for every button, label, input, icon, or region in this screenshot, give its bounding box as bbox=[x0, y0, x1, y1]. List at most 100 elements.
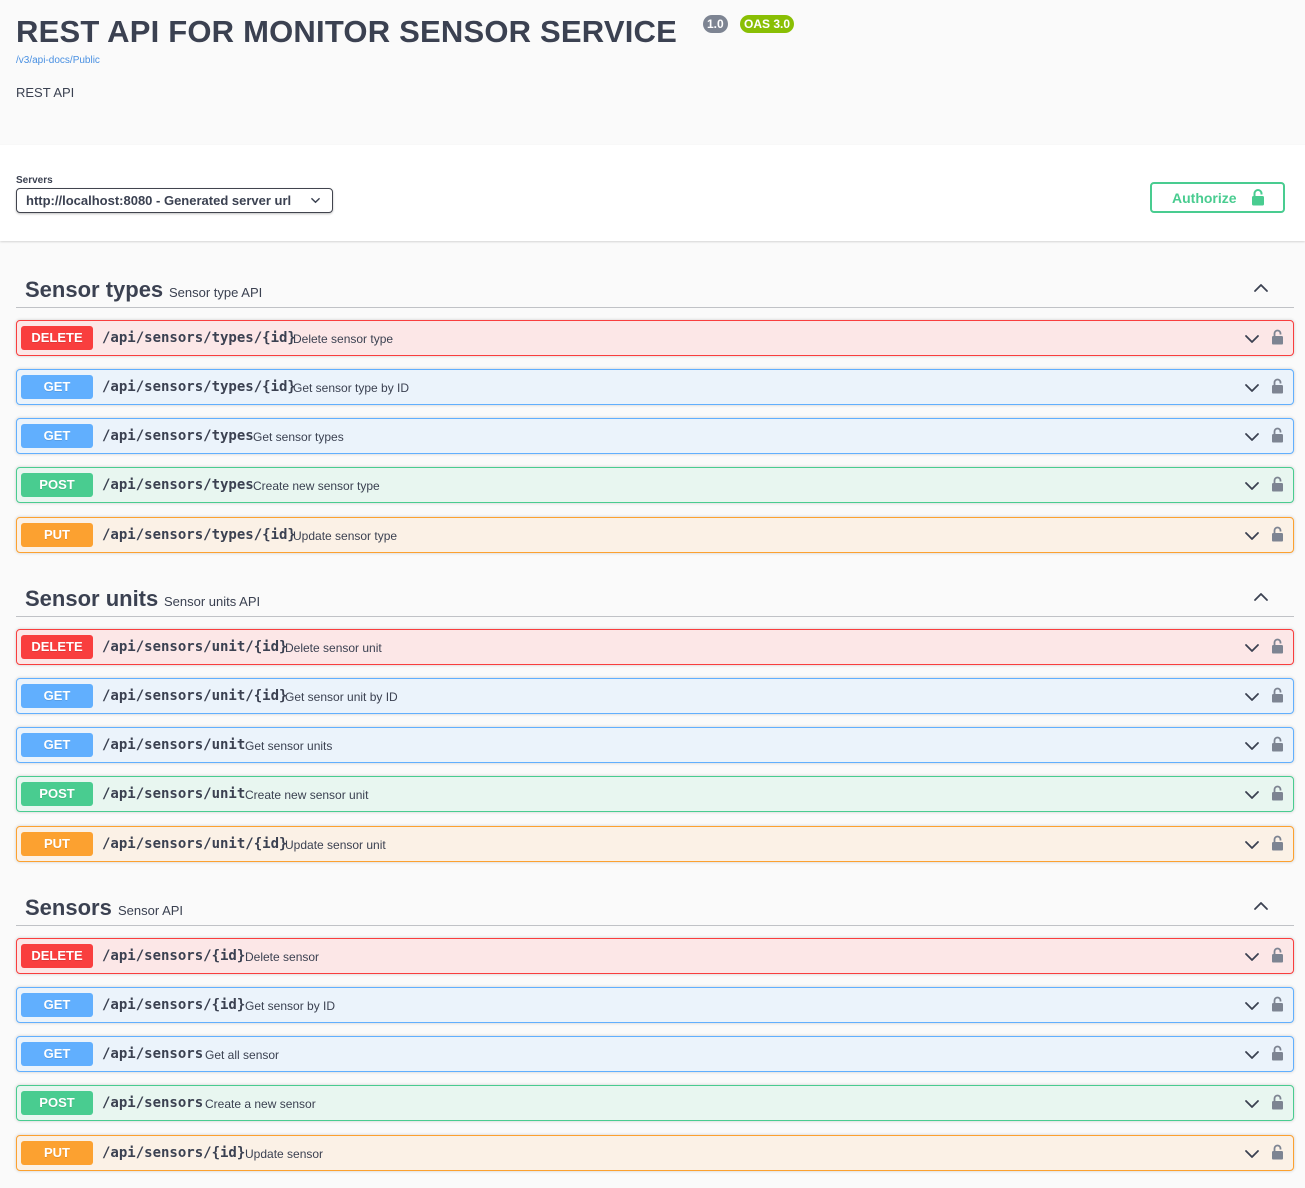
operation-path: /api/sensors/unit/{id} bbox=[102, 639, 288, 655]
method-badge: POST bbox=[21, 782, 93, 806]
chevron-down-icon bbox=[311, 197, 320, 204]
lock-icon[interactable] bbox=[1271, 329, 1284, 345]
chevron-down-icon bbox=[1245, 335, 1259, 343]
tag-header[interactable]: Sensors Sensor API bbox=[16, 880, 1294, 926]
operation-path: /api/sensors/types/{id} bbox=[102, 379, 296, 395]
operation-post[interactable]: POST/api/sensors Create a new sensor bbox=[16, 1085, 1294, 1121]
lock-icon[interactable] bbox=[1271, 996, 1284, 1012]
method-badge: PUT bbox=[21, 523, 93, 547]
operation-summary: Get sensor types bbox=[253, 430, 344, 444]
operation-summary: Update sensor bbox=[245, 1147, 324, 1161]
operation-put[interactable]: PUT/api/sensors/{id} Update sensor bbox=[16, 1135, 1294, 1171]
chevron-down-icon bbox=[1245, 482, 1259, 490]
operation-get[interactable]: GET/api/sensors/unit/{id} Get sensor unit… bbox=[16, 678, 1294, 714]
authorize-button[interactable]: Authorize bbox=[1150, 182, 1285, 213]
operation-path: /api/sensors/types/{id} bbox=[102, 527, 296, 543]
operation-path: /api/sensors/types bbox=[102, 477, 254, 493]
lock-icon[interactable] bbox=[1271, 476, 1284, 492]
unlock-icon bbox=[1252, 189, 1264, 206]
tag-description: Sensor type API bbox=[169, 285, 263, 300]
chevron-down-icon bbox=[1245, 532, 1259, 540]
operation-summary: Delete sensor bbox=[245, 950, 320, 964]
chevron-down-icon bbox=[1245, 433, 1259, 441]
operation-delete[interactable]: DELETE/api/sensors/{id} Delete sensor bbox=[16, 938, 1294, 974]
operation-delete[interactable]: DELETE/api/sensors/unit/{id} Delete senso… bbox=[16, 629, 1294, 665]
chevron-down-icon bbox=[1245, 1002, 1259, 1010]
operation-path: /api/sensors/{id} bbox=[102, 1145, 246, 1161]
chevron-up-icon bbox=[1254, 902, 1268, 910]
operation-post[interactable]: POST/api/sensors/unit Create new sensor u… bbox=[16, 776, 1294, 812]
version-badge: 1.0 bbox=[703, 15, 728, 33]
method-badge: DELETE bbox=[21, 635, 93, 659]
operation-summary: Delete sensor unit bbox=[285, 641, 382, 655]
method-badge: DELETE bbox=[21, 326, 93, 350]
operation-delete[interactable]: DELETE/api/sensors/types/{id} Delete sens… bbox=[16, 320, 1294, 356]
operation-put[interactable]: PUT/api/sensors/types/{id} Update sensor … bbox=[16, 517, 1294, 553]
operation-post[interactable]: POST/api/sensors/types Create new sensor … bbox=[16, 467, 1294, 503]
chevron-down-icon bbox=[1245, 1051, 1259, 1059]
operation-path: /api/sensors/unit bbox=[102, 786, 246, 802]
lock-icon[interactable] bbox=[1271, 736, 1284, 752]
operation-path: /api/sensors/unit/{id} bbox=[102, 688, 288, 704]
operation-path: /api/sensors bbox=[102, 1095, 204, 1111]
authorize-label: Authorize bbox=[1172, 190, 1237, 206]
operation-path: /api/sensors/unit bbox=[102, 737, 246, 753]
method-badge: DELETE bbox=[21, 944, 93, 968]
tag-description: Sensor units API bbox=[164, 594, 261, 609]
method-badge: POST bbox=[21, 1091, 93, 1115]
operation-summary: Get all sensor bbox=[205, 1048, 280, 1062]
operation-summary: Create new sensor type bbox=[253, 479, 380, 493]
operation-get[interactable]: GET/api/sensors/{id} Get sensor by ID bbox=[16, 987, 1294, 1023]
servers-label: Servers bbox=[16, 175, 53, 186]
servers-selected-value: http://localhost:8080 - Generated server… bbox=[26, 193, 292, 208]
operation-get[interactable]: GET/api/sensors/types Get sensor types bbox=[16, 418, 1294, 454]
operation-path: /api/sensors bbox=[102, 1046, 204, 1062]
scheme-container: Servers http://localhost:8080 - Generate… bbox=[0, 145, 1305, 241]
method-badge: POST bbox=[21, 473, 93, 497]
operation-summary: Get sensor unit by ID bbox=[285, 690, 398, 704]
method-badge: GET bbox=[21, 684, 93, 708]
operation-summary: Get sensor type by ID bbox=[293, 381, 410, 395]
lock-icon[interactable] bbox=[1271, 1144, 1284, 1160]
operation-path: /api/sensors/{id} bbox=[102, 948, 246, 964]
page-title: REST API FOR MONITOR SENSOR SERVICE bbox=[16, 14, 677, 49]
operation-summary: Create a new sensor bbox=[205, 1097, 316, 1111]
method-badge: GET bbox=[21, 733, 93, 757]
lock-icon[interactable] bbox=[1271, 835, 1284, 851]
chevron-up-icon bbox=[1254, 284, 1268, 292]
method-badge: GET bbox=[21, 424, 93, 448]
method-badge: GET bbox=[21, 375, 93, 399]
lock-icon[interactable] bbox=[1271, 526, 1284, 542]
operation-put[interactable]: PUT/api/sensors/unit/{id} Update sensor u… bbox=[16, 826, 1294, 862]
lock-icon[interactable] bbox=[1271, 378, 1284, 394]
chevron-down-icon bbox=[1245, 953, 1259, 961]
api-docs-link[interactable]: /v3/api-docs/Public bbox=[16, 55, 100, 66]
tag-header[interactable]: Sensor units Sensor units API bbox=[16, 571, 1294, 617]
lock-icon[interactable] bbox=[1271, 1094, 1284, 1110]
operation-get[interactable]: GET/api/sensors/types/{id} Get sensor typ… bbox=[16, 369, 1294, 405]
tag-description: Sensor API bbox=[118, 903, 184, 918]
method-badge: PUT bbox=[21, 1141, 93, 1165]
lock-icon[interactable] bbox=[1271, 687, 1284, 703]
oas-badge: OAS 3.0 bbox=[740, 15, 795, 33]
operation-summary: Get sensor units bbox=[245, 739, 333, 753]
api-description: REST API bbox=[16, 85, 75, 100]
lock-icon[interactable] bbox=[1271, 638, 1284, 654]
operation-get[interactable]: GET/api/sensors Get all sensor bbox=[16, 1036, 1294, 1072]
operation-summary: Get sensor by ID bbox=[245, 999, 336, 1013]
chevron-down-icon bbox=[1245, 841, 1259, 849]
servers-select[interactable]: http://localhost:8080 - Generated server… bbox=[16, 188, 333, 213]
operation-get[interactable]: GET/api/sensors/unit Get sensor units bbox=[16, 727, 1294, 763]
lock-icon[interactable] bbox=[1271, 785, 1284, 801]
lock-icon[interactable] bbox=[1271, 427, 1284, 443]
lock-icon[interactable] bbox=[1271, 947, 1284, 963]
chevron-up-icon bbox=[1254, 593, 1268, 601]
chevron-down-icon bbox=[1245, 1100, 1259, 1108]
lock-icon[interactable] bbox=[1271, 1045, 1284, 1061]
operation-path: /api/sensors/unit/{id} bbox=[102, 836, 288, 852]
tag-header[interactable]: Sensor types Sensor type API bbox=[16, 262, 1294, 308]
info-section: REST API FOR MONITOR SENSOR SERVICE 1.0 … bbox=[0, 0, 1305, 145]
operation-path: /api/sensors/types bbox=[102, 428, 254, 444]
chevron-down-icon bbox=[1245, 791, 1259, 799]
operation-summary: Update sensor type bbox=[293, 529, 398, 543]
